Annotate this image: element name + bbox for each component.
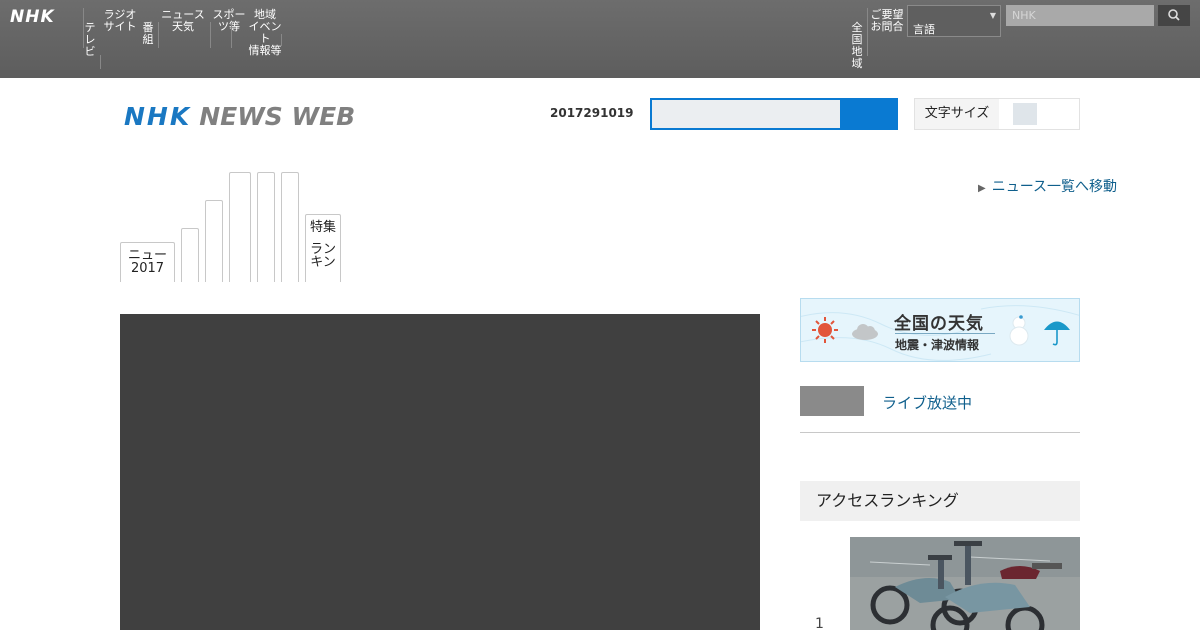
nav-divider bbox=[158, 22, 159, 48]
live-badge-button[interactable] bbox=[800, 386, 864, 416]
sun-icon bbox=[812, 317, 838, 343]
live-broadcast-link[interactable]: ライブ放送中 bbox=[882, 392, 972, 413]
weather-banner[interactable]: 全国の天気 地震・津波情報 bbox=[800, 298, 1080, 362]
access-ranking-heading: アクセスランキング bbox=[800, 481, 1080, 521]
earthquake-tsunami-link[interactable]: 地震・津波情報 bbox=[895, 336, 979, 353]
tab-category[interactable] bbox=[229, 172, 251, 282]
nav-divider bbox=[83, 8, 84, 48]
text-size-label: 文字サイズ bbox=[924, 106, 990, 121]
global-nav-programs[interactable]: 番組 bbox=[140, 22, 156, 46]
date-text: 2017291019 bbox=[550, 106, 634, 120]
nhk-logo[interactable]: NHK bbox=[10, 7, 55, 27]
chevron-down-icon: ▼ bbox=[989, 11, 996, 20]
weather-title: 全国の天気 bbox=[894, 314, 984, 334]
tab-category[interactable] bbox=[281, 172, 299, 282]
global-nav-tv[interactable]: テレ ビ bbox=[82, 22, 98, 58]
tab-feature-label: 特集 bbox=[309, 220, 336, 235]
nav-divider bbox=[281, 34, 282, 46]
tab-feature-ranking[interactable]: 特集 ラン キン bbox=[305, 214, 341, 282]
tab-category[interactable] bbox=[205, 200, 223, 282]
global-search-button[interactable] bbox=[1158, 5, 1190, 26]
snowman-icon bbox=[1009, 315, 1029, 346]
search-icon bbox=[1168, 9, 1180, 21]
news-list-link-label: ニュース一覧へ移動 bbox=[991, 179, 1118, 195]
nav-divider bbox=[867, 8, 868, 56]
logo-nhk: NHK bbox=[124, 102, 192, 131]
main-video-player[interactable] bbox=[120, 314, 760, 630]
language-select[interactable]: 言語 ▼ bbox=[907, 5, 1001, 37]
umbrella-icon bbox=[1044, 321, 1070, 346]
nav-divider bbox=[231, 22, 232, 48]
global-nav-news[interactable]: ニュース 天気 bbox=[160, 9, 206, 33]
logo-news-web: NEWS WEB bbox=[199, 102, 356, 131]
ranking-thumbnail[interactable] bbox=[850, 537, 1080, 630]
global-nav-local[interactable]: 地域 イベント 情報等 bbox=[246, 9, 284, 57]
news-list-link[interactable]: ▶ ニュース一覧へ移動 bbox=[978, 176, 1117, 196]
site-search-button[interactable] bbox=[842, 98, 898, 130]
weather-divider bbox=[895, 333, 995, 334]
global-nav-sports[interactable]: スポー ツ等 bbox=[212, 9, 246, 33]
tab-category[interactable] bbox=[257, 172, 275, 282]
sidebar-divider bbox=[800, 432, 1080, 433]
global-nav-region[interactable]: 全国 地域 bbox=[849, 22, 865, 70]
cloud-icon bbox=[852, 324, 878, 340]
motorbike-photo bbox=[850, 537, 1080, 630]
global-nav-radio[interactable]: ラジオ サイト bbox=[103, 9, 137, 33]
toggle-knob bbox=[1013, 103, 1037, 125]
global-nav-contact[interactable]: ご要望 お問合 bbox=[870, 9, 904, 33]
tab-news-2017[interactable]: ニュー 2017 bbox=[120, 242, 175, 282]
text-size-toggle[interactable] bbox=[999, 99, 1079, 129]
global-header-bar: NHK テレ ビ ラジオ サイト 番組 ニュース 天気 スポー ツ等 地域 イベ… bbox=[0, 0, 1200, 78]
language-value: 言語 bbox=[913, 23, 935, 36]
text-size-control: 文字サイズ bbox=[914, 98, 1080, 130]
triangle-right-icon: ▶ bbox=[978, 183, 986, 194]
nav-divider bbox=[210, 22, 211, 48]
tab-ranking-label: ラン キン bbox=[309, 242, 336, 270]
nav-divider bbox=[100, 55, 101, 69]
global-search-input[interactable]: NHK bbox=[1006, 5, 1154, 26]
site-search-input[interactable] bbox=[650, 98, 842, 130]
nhk-news-web-logo[interactable]: NHK NEWS WEB bbox=[124, 102, 355, 131]
tab-category[interactable] bbox=[181, 228, 199, 282]
